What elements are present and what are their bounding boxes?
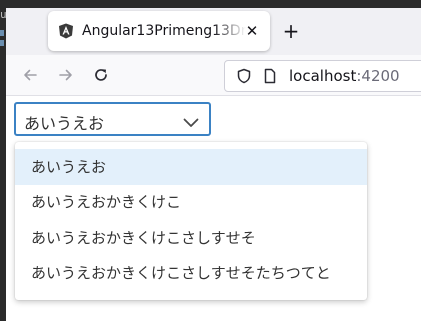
background-window-mark — [0, 30, 4, 36]
browser-tab[interactable]: Angular13Primeng13Dro ✕ — [48, 11, 270, 51]
angular-icon — [58, 23, 74, 39]
shield-icon[interactable] — [235, 67, 253, 85]
background-window-mark — [0, 40, 4, 46]
dropdown-option-label: あいうえおかきくけこさしすせそたちつてと — [31, 264, 331, 282]
url-text[interactable]: localhost:4200 — [289, 67, 400, 85]
forward-arrow-icon[interactable] — [54, 63, 78, 87]
tab-title: Angular13Primeng13Dro — [82, 23, 246, 39]
title-strip — [6, 0, 421, 8]
tab-bar: Angular13Primeng13Dro ✕ + — [6, 0, 421, 55]
url-port: :4200 — [356, 67, 400, 85]
dropdown-option[interactable]: あいうえおかきくけこさしすせそ — [15, 220, 367, 256]
dropdown-option-label: あいうえお — [31, 158, 107, 176]
dropdown-panel: あいうえお あいうえおかきくけこ あいうえおかきくけこさしすせそ あいうえおかき… — [15, 142, 367, 300]
navigation-toolbar: localhost:4200 — [6, 55, 421, 96]
dropdown-option[interactable]: あいうえおかきくけこさしすせそたちつてと — [15, 255, 367, 291]
reload-icon[interactable] — [89, 63, 113, 87]
back-arrow-icon[interactable] — [18, 63, 42, 87]
close-icon[interactable]: ✕ — [242, 21, 262, 41]
chevron-down-icon[interactable] — [183, 114, 199, 127]
dropdown-option-label: あいうえおかきくけこさしすせそ — [31, 229, 256, 247]
dropdown-option[interactable]: あいうえおかきくけこ — [15, 184, 367, 220]
page-content: あいうえお あいうえお あいうえおかきくけこ あいうえおかきくけこさしすせそ あ… — [6, 96, 421, 321]
page-icon[interactable] — [261, 67, 279, 85]
address-bar[interactable]: localhost:4200 — [224, 60, 421, 92]
dropdown-option-label: あいうえおかきくけこ — [31, 193, 182, 211]
url-host: localhost — [289, 67, 357, 85]
dropdown-selected-label: あいうえお — [24, 114, 105, 133]
dropdown-option[interactable]: あいうえお — [15, 149, 367, 185]
dropdown[interactable]: あいうえお — [14, 102, 211, 136]
plus-icon[interactable]: + — [278, 18, 304, 44]
